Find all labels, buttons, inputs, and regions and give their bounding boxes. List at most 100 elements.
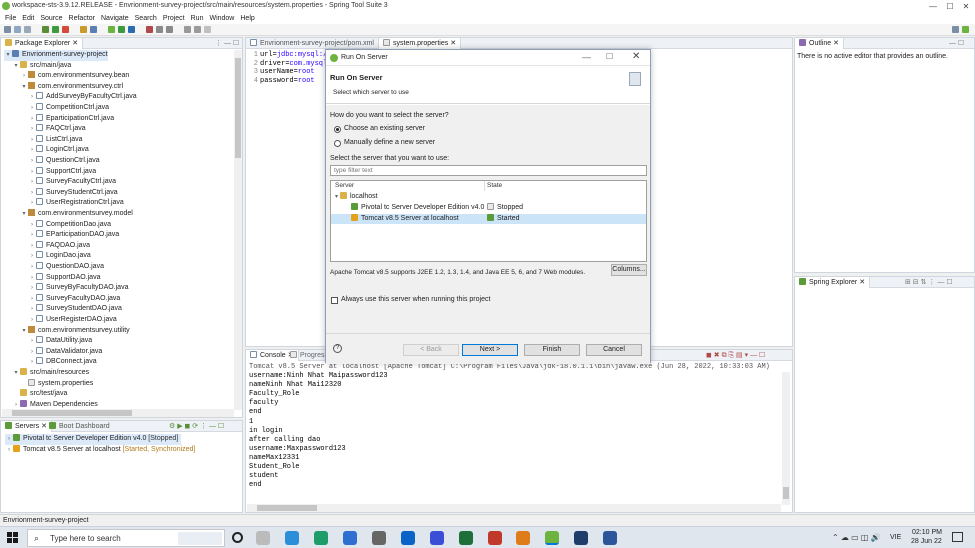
tree-item[interactable]: › UserRegistrationCtrl.java [28,198,124,209]
tree-item[interactable]: › EparticipationCtrl.java [28,113,114,125]
expand-icon[interactable]: › [5,434,13,444]
sql-icon[interactable] [574,531,588,545]
open-type-icon[interactable] [80,26,87,33]
expand-icon[interactable]: ▾ [335,194,338,200]
spring-boot-icon[interactable] [108,26,115,33]
perspective-spring-icon[interactable] [962,26,969,33]
console-toolbar-icons[interactable]: ◼ ✖ ⧉ ⎘ ▤ ▾ — ☐ [706,351,765,360]
tree-item[interactable]: › DataValidator.java [28,346,102,358]
servers-toolbar-icons[interactable]: ⚙ ▶ ◼ ⟳ ⋮ — ☐ [169,422,224,430]
expand-icon[interactable]: › [5,445,13,455]
minimize-icon[interactable]: — [926,1,940,12]
tree-item[interactable]: › LoginCtrl.java [28,145,89,156]
new-icon[interactable] [4,26,11,33]
tab-pom-xml[interactable]: Envrionment-survey-project/pom.xml [246,38,378,49]
next-annotation-icon[interactable] [156,26,163,33]
expand-icon[interactable]: › [28,241,36,251]
tree-item[interactable]: › LoginDao.java [28,251,91,262]
tree-item[interactable]: › CompetitionCtrl.java [28,103,109,114]
dialog-minimize-icon[interactable]: — [582,52,591,62]
expand-icon[interactable]: ▾ [20,326,28,336]
menu-window[interactable]: Window [206,13,237,24]
package-explorer-scrollbar[interactable] [234,50,242,410]
scrollbar-thumb[interactable] [235,58,241,158]
expand-icon[interactable]: › [28,357,36,367]
view-menu-icon[interactable]: ⋮ — ☐ [215,39,239,47]
console-output[interactable]: username:Ninh Nhat Maipassword123 nameNin… [246,372,778,504]
forward-icon[interactable] [194,26,201,33]
expand-icon[interactable]: › [28,114,36,124]
radio-existing-server[interactable] [334,126,341,133]
expand-icon[interactable]: ▾ [20,82,28,92]
taskbar-date[interactable]: 28 Jun 22 [911,538,942,545]
search-icon[interactable] [90,26,97,33]
expand-icon[interactable]: › [28,347,36,357]
always-use-checkbox[interactable] [331,297,338,304]
tree-item[interactable]: › DBConnect.java [28,357,97,368]
edge-dev-icon[interactable] [314,531,328,545]
expand-icon[interactable]: › [28,198,36,208]
tree-item[interactable]: › DataUtility.java [28,336,92,347]
expand-icon[interactable]: ▾ [12,61,20,71]
tree-item[interactable]: › CompetitionDao.java [28,219,111,231]
debug-icon[interactable] [42,26,49,33]
tab-boot-dashboard[interactable]: Boot Dashboard [45,421,114,432]
console-hscroll-thumb[interactable] [257,505,317,511]
expand-icon[interactable]: › [28,103,36,113]
menu-help[interactable]: Help [237,13,257,24]
task-view-icon[interactable] [256,531,270,545]
tree-item[interactable]: ▾ com.environmentsurvey.model [20,209,133,220]
always-use-label[interactable]: Always use this server when running this… [341,296,490,303]
expand-icon[interactable]: › [28,262,36,272]
sts-icon[interactable] [545,531,559,545]
powerautomate-icon[interactable] [430,531,444,545]
console-hscrollbar[interactable] [247,504,781,512]
expand-icon[interactable]: › [28,304,36,314]
expand-icon[interactable]: ▾ [20,209,28,219]
close-icon[interactable]: ✕ [959,1,973,12]
prev-annotation-icon[interactable] [166,26,173,33]
pin-icon[interactable] [204,26,211,33]
expand-icon[interactable]: › [28,188,36,198]
cancel-button[interactable]: Cancel [586,344,642,356]
server-table-row[interactable]: Tomcat v8.5 Server at localhost Started [331,214,646,224]
menu-project[interactable]: Project [160,13,188,24]
pdf-icon[interactable] [488,531,502,545]
excel-icon[interactable] [459,531,473,545]
spring-explorer-toolbar-icons[interactable]: ⊞ ⊟ ⇅ ⋮ — ☐ [905,278,953,286]
server-filter-input[interactable] [330,165,647,176]
tree-item[interactable]: › AddSurveyByFacultyCtrl.java [28,92,137,103]
run-server-icon[interactable] [118,26,125,33]
tree-item[interactable]: ▾ com.environmentsurvey.utility [20,325,130,337]
next-button[interactable]: Next > [462,344,518,356]
expand-icon[interactable]: › [28,220,36,230]
tree-item[interactable]: › SurveyStudentDAO.java [28,304,122,315]
java-icon[interactable] [516,531,530,545]
tree-item[interactable]: › SurveyByFacultyDAO.java [28,283,128,294]
console-scrollbar-thumb[interactable] [783,487,789,499]
expand-icon[interactable]: › [28,92,36,102]
menu-search[interactable]: Search [132,13,160,24]
store-icon[interactable] [372,531,386,545]
expand-icon[interactable]: › [28,135,36,145]
hscroll-thumb[interactable] [12,410,132,416]
tree-item[interactable]: › SurveyFacultyCtrl.java [28,177,116,188]
expand-icon[interactable]: › [28,273,36,283]
save-icon[interactable] [14,26,21,33]
stop-icon[interactable] [62,26,69,33]
tree-item[interactable]: › ListCtrl.java [28,134,83,146]
save-all-icon[interactable] [24,26,31,33]
tab-package-explorer[interactable]: Package Explorer ✕ [1,38,84,49]
expand-icon[interactable]: › [28,145,36,155]
host-row[interactable]: ▾ localhost [331,192,646,202]
expand-icon[interactable]: ▾ [4,50,12,60]
taskbar-time[interactable]: 02:10 PM [912,529,942,536]
perspective-java-icon[interactable] [952,26,959,33]
help-icon[interactable]: ? [333,344,342,353]
radio-new-server[interactable] [334,140,341,147]
expand-icon[interactable]: › [28,230,36,240]
external-tools-icon[interactable] [146,26,153,33]
server-table-row[interactable]: Pivotal tc Server Developer Edition v4.0… [331,203,646,213]
tree-item[interactable]: › Maven Dependencies [12,399,98,408]
debug-server-icon[interactable] [128,26,135,33]
